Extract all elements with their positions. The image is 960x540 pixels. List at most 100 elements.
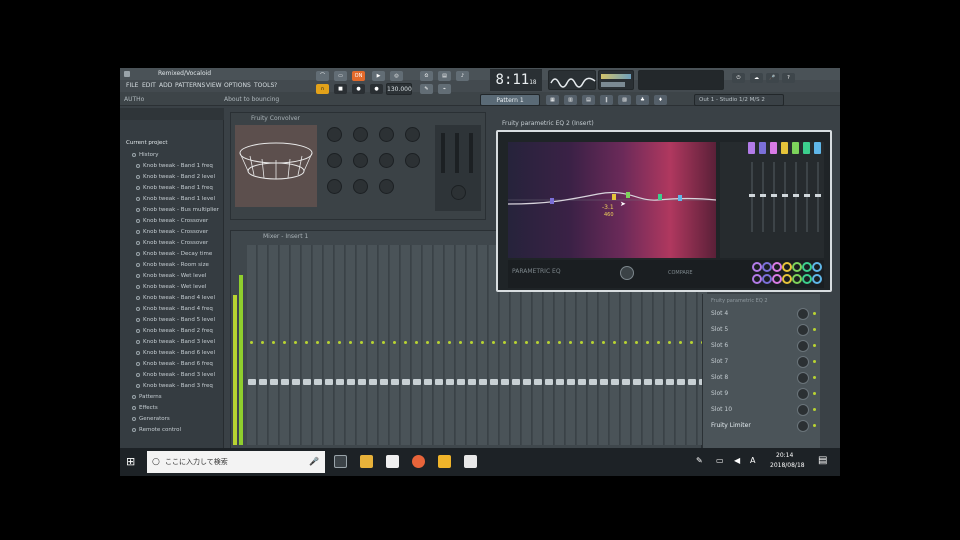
step-edit-button[interactable]: ▶	[372, 71, 385, 81]
knob-decay[interactable]	[379, 127, 394, 142]
mixer-insert-strip[interactable]	[357, 245, 367, 445]
browser-history-item[interactable]: Knob tweak - Bus multiplier	[136, 207, 219, 213]
eq-band-slider-handle[interactable]	[771, 194, 777, 197]
insert-led[interactable]	[602, 341, 605, 344]
slot-mix-knob[interactable]	[797, 404, 809, 416]
mixer-insert-strip[interactable]	[313, 245, 323, 445]
link-icon[interactable]: ⌁	[438, 84, 451, 94]
mixer-insert-strip[interactable]	[390, 245, 400, 445]
record-mode-button[interactable]: ▭	[334, 71, 347, 81]
slot-enable-led[interactable]	[813, 424, 816, 427]
insert-led[interactable]	[481, 341, 484, 344]
menu-patterns[interactable]: PATTERNS	[175, 82, 205, 89]
insert-led[interactable]	[371, 341, 374, 344]
insert-slot[interactable]: Slot 4	[711, 310, 728, 317]
insert-fader[interactable]	[292, 379, 300, 385]
windows-start-icon[interactable]: ⊞	[126, 455, 135, 468]
insert-led[interactable]	[624, 341, 627, 344]
mixer-insert-strip[interactable]	[335, 245, 345, 445]
insert-led[interactable]	[283, 341, 286, 344]
insert-fader[interactable]	[655, 379, 663, 385]
insert-led[interactable]	[525, 341, 528, 344]
insert-fader[interactable]	[314, 379, 322, 385]
insert-fader[interactable]	[545, 379, 553, 385]
pattern-selector[interactable]: Pattern 1	[480, 94, 540, 106]
eq-band-slider-handle[interactable]	[804, 194, 810, 197]
menu-view[interactable]: VIEW	[206, 82, 222, 89]
store-icon[interactable]	[386, 455, 399, 468]
slider-2[interactable]	[455, 133, 459, 173]
eq-band-slider-handle[interactable]	[782, 194, 788, 197]
eq-band-width-knob[interactable]	[782, 262, 792, 272]
insert-slot[interactable]: Slot 5	[711, 326, 728, 333]
volume-icon[interactable]: ◀	[734, 456, 740, 465]
insert-led[interactable]	[448, 341, 451, 344]
eq-band-width-knob[interactable]	[812, 262, 822, 272]
mixer-insert-strip[interactable]	[478, 245, 488, 445]
insert-fader[interactable]	[347, 379, 355, 385]
slider-3[interactable]	[469, 133, 473, 173]
browser-history-item[interactable]: Knob tweak - Band 3 freq	[136, 383, 213, 389]
insert-led[interactable]	[657, 341, 660, 344]
insert-led[interactable]	[470, 341, 473, 344]
mixer-insert-strip[interactable]	[291, 245, 301, 445]
insert-led[interactable]	[382, 341, 385, 344]
insert-fader[interactable]	[336, 379, 344, 385]
insert-slot[interactable]: Slot 7	[711, 358, 728, 365]
eq-band-type-knob[interactable]	[782, 274, 792, 284]
browser-folder[interactable]: Generators	[132, 416, 170, 422]
insert-fader[interactable]	[446, 379, 454, 385]
knob-dry[interactable]	[327, 127, 342, 142]
insert-fader[interactable]	[281, 379, 289, 385]
mixer-insert-strip[interactable]	[456, 245, 466, 445]
insert-led[interactable]	[547, 341, 550, 344]
eq-band-slider[interactable]	[760, 162, 766, 232]
output-device[interactable]: Out 1 - Studio 1/2 M/S 2	[694, 94, 784, 106]
insert-slot[interactable]: Slot 10	[711, 406, 732, 413]
browser-current-project[interactable]: Current project	[126, 140, 168, 146]
countdown-icon[interactable]: ▤	[438, 71, 451, 81]
insert-led[interactable]	[613, 341, 616, 344]
browser-history-item[interactable]: Knob tweak - Wet level	[136, 273, 206, 279]
eq-band-slider-handle[interactable]	[760, 194, 766, 197]
play-button[interactable]: ●	[352, 84, 365, 94]
mixer-insert-strip[interactable]	[434, 245, 444, 445]
eq-band-slider[interactable]	[782, 162, 788, 232]
menu-options[interactable]: OPTIONS	[224, 82, 251, 89]
knob-size[interactable]	[405, 127, 420, 142]
pat-song-button[interactable]: ∩	[316, 84, 329, 94]
mixer-insert-strip[interactable]	[247, 245, 257, 445]
slot-enable-led[interactable]	[813, 408, 816, 411]
insert-fader[interactable]	[424, 379, 432, 385]
blend-notes-button[interactable]: ◎	[390, 71, 403, 81]
browser-history-item[interactable]: Knob tweak - Band 5 level	[136, 317, 215, 323]
menu-tools[interactable]: TOOLS	[254, 82, 274, 89]
eq-band-slider[interactable]	[771, 162, 777, 232]
insert-fader[interactable]	[358, 379, 366, 385]
insert-slot[interactable]: Fruity Limiter	[711, 422, 751, 429]
insert-led[interactable]	[272, 341, 275, 344]
browser-history-item[interactable]: Knob tweak - Band 1 level	[136, 196, 215, 202]
insert-fader[interactable]	[325, 379, 333, 385]
insert-slot[interactable]: Slot 9	[711, 390, 728, 397]
knob-output[interactable]	[451, 185, 466, 200]
clock-date[interactable]: 2018/08/18	[770, 462, 805, 469]
insert-fader[interactable]	[380, 379, 388, 385]
network-icon[interactable]: ▭	[716, 456, 724, 465]
insert-led[interactable]	[327, 341, 330, 344]
slot-mix-knob[interactable]	[797, 420, 809, 432]
insert-fader[interactable]	[435, 379, 443, 385]
slot-enable-led[interactable]	[813, 344, 816, 347]
eq-band-type-knob[interactable]	[812, 274, 822, 284]
eq-band-type-knob[interactable]	[772, 274, 782, 284]
mixer-insert-strip[interactable]	[280, 245, 290, 445]
browser-history-item[interactable]: Knob tweak - Band 3 level	[136, 372, 215, 378]
eq-band-slider[interactable]	[804, 162, 810, 232]
notification-icon[interactable]: ▤	[818, 455, 827, 466]
pen-icon[interactable]: ✎	[696, 456, 703, 465]
mixer-insert-strip[interactable]	[368, 245, 378, 445]
power-icon[interactable]: ⏻	[732, 73, 745, 83]
insert-led[interactable]	[591, 341, 594, 344]
plugin-picker-icon[interactable]: ♣	[636, 95, 649, 105]
knob-11[interactable]	[405, 153, 420, 168]
